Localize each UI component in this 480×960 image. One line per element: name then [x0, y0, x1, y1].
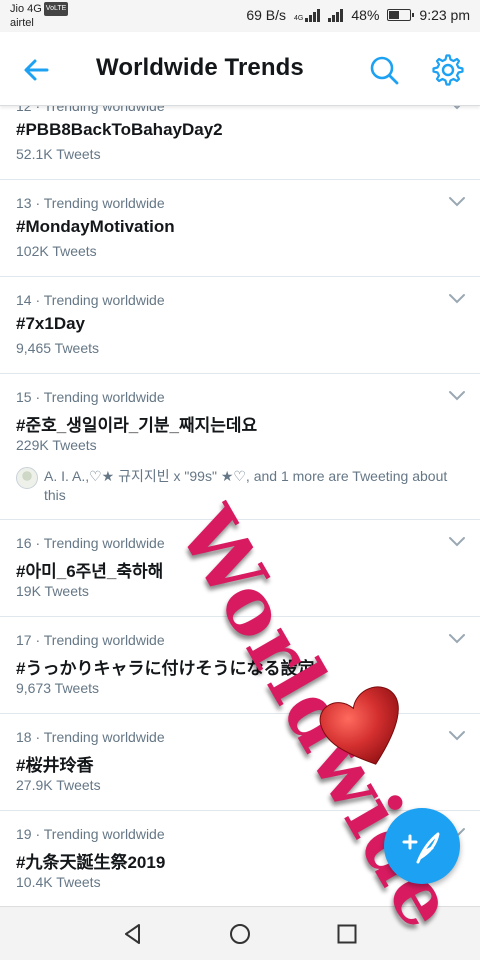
battery-icon: [387, 9, 415, 21]
chevron-down-icon[interactable]: [448, 631, 466, 645]
status-indicators: 69 B/s 4G 48% 9:23 pm: [246, 7, 470, 23]
tweeting-about-text: A. I. A.,♡★ 규지지빈 x "99s" ★♡, and 1 more …: [44, 468, 448, 503]
trend-list: 12 · Trending worldwide #PBB8BackToBahay…: [0, 106, 480, 906]
trend-item[interactable]: 13 · Trending worldwide #MondayMotivatio…: [0, 180, 480, 277]
clock: 9:23 pm: [419, 7, 470, 23]
chevron-down-icon[interactable]: [448, 106, 466, 111]
chevron-down-icon[interactable]: [448, 728, 466, 742]
trend-rank-label: 12 · Trending worldwide: [16, 106, 165, 114]
volte-badge: VoLTE: [43, 2, 69, 17]
trend-name: #九条天誕生祭2019: [16, 853, 166, 872]
status-bar: Jio 4G VoLTE airtel 69 B/s 4G 48% 9:23 pm: [0, 0, 480, 32]
carrier-2: airtel: [10, 17, 34, 30]
chevron-down-icon[interactable]: [448, 534, 466, 548]
trend-rank-label: 19 · Trending worldwide: [16, 826, 165, 842]
trend-name: #MondayMotivation: [16, 217, 175, 236]
nav-back-icon[interactable]: [121, 922, 145, 946]
tweet-count: 229K Tweets: [16, 437, 97, 453]
battery-percent: 48%: [351, 7, 380, 23]
trend-rank-label: 16 · Trending worldwide: [16, 535, 165, 551]
signal-icon-2: [328, 8, 344, 22]
tweet-count: 10.4K Tweets: [16, 874, 101, 890]
tweet-count: 27.9K Tweets: [16, 777, 101, 793]
trend-name: #준호_생일이라_기분_째지는데요: [16, 416, 258, 435]
signal-icon: 4G: [294, 8, 321, 22]
heart-sticker-icon: [319, 686, 399, 765]
tweet-count: 9,673 Tweets: [16, 680, 100, 696]
network-type: 4G: [294, 14, 304, 22]
compose-tweet-button[interactable]: [384, 808, 460, 884]
avatar: [16, 467, 38, 489]
gear-icon: [432, 54, 464, 86]
carrier-info: Jio 4G VoLTE airtel: [10, 2, 69, 30]
chevron-down-icon[interactable]: [448, 194, 466, 208]
trend-rank-label: 14 · Trending worldwide: [16, 292, 165, 308]
trend-rank-label: 13 · Trending worldwide: [16, 195, 165, 211]
feather-plus-icon: [402, 832, 440, 864]
tweet-count: 52.1K Tweets: [16, 146, 101, 162]
chevron-down-icon[interactable]: [448, 388, 466, 402]
tweet-count: 9,465 Tweets: [16, 340, 100, 356]
trend-name: #7x1Day: [16, 314, 86, 333]
trend-item[interactable]: 14 · Trending worldwide #7x1Day 9,465 Tw…: [0, 277, 480, 374]
arrow-left-icon: [24, 59, 49, 81]
nav-recents-icon[interactable]: [335, 922, 359, 946]
search-button[interactable]: [368, 54, 400, 86]
chevron-down-icon[interactable]: [448, 291, 466, 305]
trend-name: #아미_6주년_축하해: [16, 562, 164, 581]
back-button[interactable]: [20, 54, 52, 86]
trend-item[interactable]: 16 · Trending worldwide #아미_6주년_축하해 19K …: [0, 520, 480, 617]
trend-rank-label: 18 · Trending worldwide: [16, 729, 165, 745]
trend-name: #PBB8BackToBahayDay2: [16, 120, 223, 139]
trend-rank-label: 17 · Trending worldwide: [16, 632, 165, 648]
trend-name: #うっかりキャラに付けそうになる設定: [16, 659, 315, 678]
system-nav-bar: [0, 906, 480, 960]
trend-item[interactable]: 12 · Trending worldwide #PBB8BackToBahay…: [0, 106, 480, 180]
search-icon: [370, 56, 399, 85]
nav-home-icon[interactable]: [228, 922, 252, 946]
tweet-count: 19K Tweets: [16, 583, 89, 599]
network-speed: 69 B/s: [246, 7, 287, 23]
settings-button[interactable]: [431, 53, 465, 87]
page-title: Worldwide Trends: [96, 54, 304, 81]
tweet-count: 102K Tweets: [16, 243, 97, 259]
tweeting-about-row: A. I. A.,♡★ 규지지빈 x "99s" ★♡, and 1 more …: [16, 467, 456, 505]
trend-name: #桜井玲香: [16, 756, 94, 775]
trend-item[interactable]: 15 · Trending worldwide #준호_생일이라_기분_째지는데…: [0, 374, 480, 520]
trend-rank-label: 15 · Trending worldwide: [16, 389, 165, 405]
carrier-1: Jio 4G: [10, 3, 42, 15]
app-header: Worldwide Trends: [0, 32, 480, 106]
